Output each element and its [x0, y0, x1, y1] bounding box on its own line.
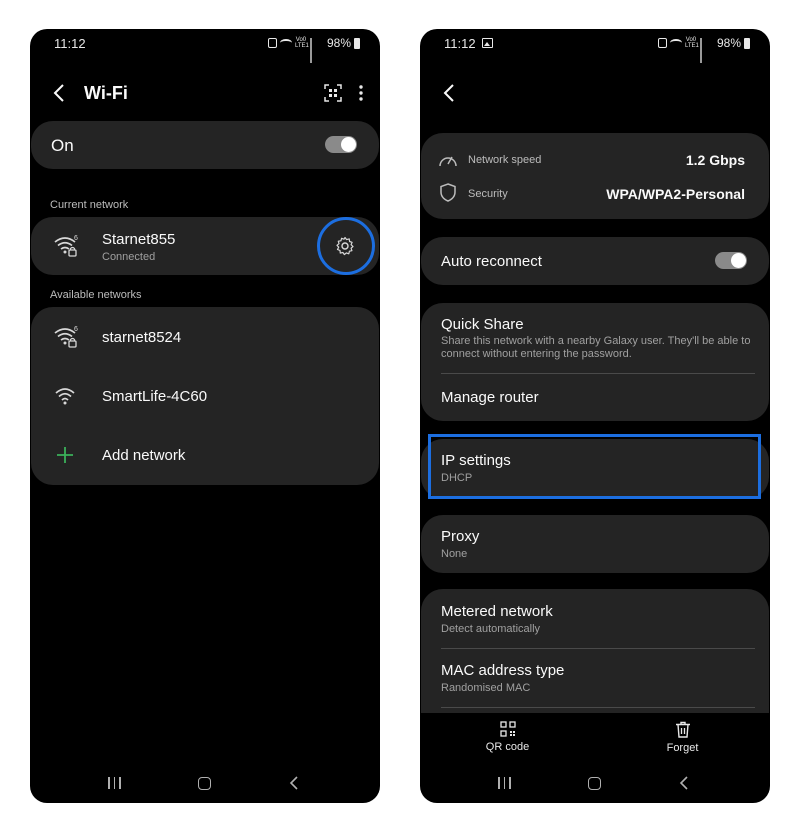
mac-address-row[interactable]: MAC address type Randomised MAC	[421, 649, 769, 707]
page-title: Wi-Fi	[84, 82, 128, 103]
divider	[441, 707, 755, 708]
network-name: SmartLife-4C60	[102, 387, 208, 405]
current-network-status: Connected	[102, 251, 156, 263]
available-networks-label: Available networks	[50, 289, 142, 301]
forget-label: Forget	[666, 742, 699, 754]
mac-address-title: MAC address type	[441, 662, 565, 679]
wifi-master-toggle-row[interactable]: On	[31, 121, 379, 169]
wifi-status-icon	[279, 39, 292, 47]
metered-network-title: Metered network	[441, 603, 553, 620]
battery-icon	[354, 37, 360, 49]
battery-percent: 98%	[326, 36, 351, 50]
navigation-bar	[420, 763, 770, 803]
add-network-button[interactable]: Add network	[31, 427, 379, 483]
home-button[interactable]	[198, 776, 212, 790]
wifi-toggle[interactable]	[325, 136, 357, 153]
current-network-name: Starnet855	[102, 231, 176, 248]
metered-network-value: Detect automatically	[441, 623, 541, 635]
status-time: 11:12	[444, 35, 476, 51]
plus-icon	[57, 447, 73, 463]
network-info-card: Network speed 1.2 Gbps Security WPA/WPA2…	[421, 133, 769, 219]
status-time: 11:12	[54, 35, 86, 51]
advanced-card: Metered network Detect automatically MAC…	[421, 589, 769, 713]
qr-scan-icon[interactable]	[324, 84, 342, 102]
network-speed-value: 1.2 Gbps	[685, 152, 745, 168]
auto-reconnect-toggle[interactable]	[715, 252, 747, 269]
metered-network-row[interactable]: Metered network Detect automatically	[421, 589, 769, 648]
wifi-locked-icon: 6	[54, 326, 78, 348]
wifi-screen: 11:12 Vo0 LTE1 98% Wi-Fi On Current netw…	[30, 29, 380, 803]
security-value: WPA/WPA2-Personal	[606, 186, 745, 202]
back-button[interactable]	[438, 82, 460, 104]
quick-share-description: Share this network with a nearby Galaxy …	[441, 335, 751, 360]
proxy-title: Proxy	[441, 528, 480, 545]
available-networks-list: 6 starnet8524 SmartLife-4C60 Add network	[31, 307, 379, 485]
status-bar: 11:12 Vo0 LTE1 98%	[30, 29, 380, 63]
svg-text:6: 6	[74, 326, 78, 333]
signal-icon	[699, 38, 712, 63]
qr-code-icon	[499, 721, 516, 737]
quick-share-row[interactable]: Quick Share Share this network with a ne…	[421, 303, 769, 373]
battery-icon	[744, 37, 750, 49]
auto-reconnect-row[interactable]: Auto reconnect	[421, 237, 769, 285]
status-icons: Vo0 LTE1 98%	[267, 36, 360, 63]
qr-code-label: QR code	[485, 741, 530, 753]
app-bar: Wi-Fi	[30, 75, 380, 111]
speedometer-icon	[439, 156, 457, 167]
network-item[interactable]: SmartLife-4C60	[31, 368, 379, 424]
app-bar	[420, 75, 770, 111]
qr-code-button[interactable]: QR code	[420, 721, 595, 759]
volte-icon: Vo0 LTE1	[294, 37, 309, 49]
status-icons: Vo0 LTE1 98%	[657, 36, 750, 63]
back-button[interactable]	[48, 82, 70, 104]
wifi-status-icon	[669, 39, 682, 47]
svg-text:6: 6	[74, 235, 78, 242]
add-network-label: Add network	[102, 446, 186, 464]
quick-share-title: Quick Share	[441, 316, 524, 333]
wifi-open-icon	[55, 388, 75, 405]
volte-icon: Vo0 LTE1	[684, 37, 699, 49]
status-bar: 11:12 Vo0 LTE1 98%	[420, 29, 770, 63]
share-router-card: Quick Share Share this network with a ne…	[421, 303, 769, 421]
wifi-locked-icon: 6	[54, 235, 78, 257]
bottom-action-bar: QR code Forget	[420, 721, 770, 759]
network-details-screen: 11:12 Vo0 LTE1 98% Network speed 1.2 Gbps…	[420, 29, 770, 803]
recent-apps-button[interactable]	[498, 777, 512, 789]
trash-icon	[675, 721, 690, 738]
network-name: starnet8524	[102, 328, 182, 346]
toggle-label: On	[51, 136, 74, 155]
alarm-icon	[267, 38, 277, 48]
ip-settings-highlight	[428, 434, 761, 499]
battery-percent: 98%	[716, 36, 741, 50]
proxy-row[interactable]: Proxy None	[421, 515, 769, 573]
network-speed-label: Network speed	[468, 154, 542, 166]
nav-back-button[interactable]	[678, 776, 692, 790]
more-options-icon[interactable]	[358, 84, 364, 102]
gallery-notification-icon	[481, 38, 493, 48]
back-arrow-icon	[53, 84, 64, 102]
network-item[interactable]: 6 starnet8524	[31, 309, 379, 365]
signal-icon	[309, 38, 322, 63]
back-arrow-icon	[443, 84, 454, 102]
navigation-bar	[30, 763, 380, 803]
auto-reconnect-label: Auto reconnect	[441, 253, 542, 270]
home-button[interactable]	[588, 776, 602, 790]
current-network-label: Current network	[50, 199, 129, 211]
alarm-icon	[657, 38, 667, 48]
manage-router-label: Manage router	[441, 389, 539, 406]
forget-button[interactable]: Forget	[595, 721, 770, 759]
proxy-value: None	[441, 548, 468, 560]
security-label: Security	[468, 188, 508, 200]
manage-router-row[interactable]: Manage router	[421, 374, 769, 421]
shield-icon	[440, 183, 456, 202]
recent-apps-button[interactable]	[108, 777, 122, 789]
mac-address-value: Randomised MAC	[441, 682, 531, 694]
nav-back-button[interactable]	[288, 776, 302, 790]
gear-highlight-circle	[317, 217, 375, 275]
